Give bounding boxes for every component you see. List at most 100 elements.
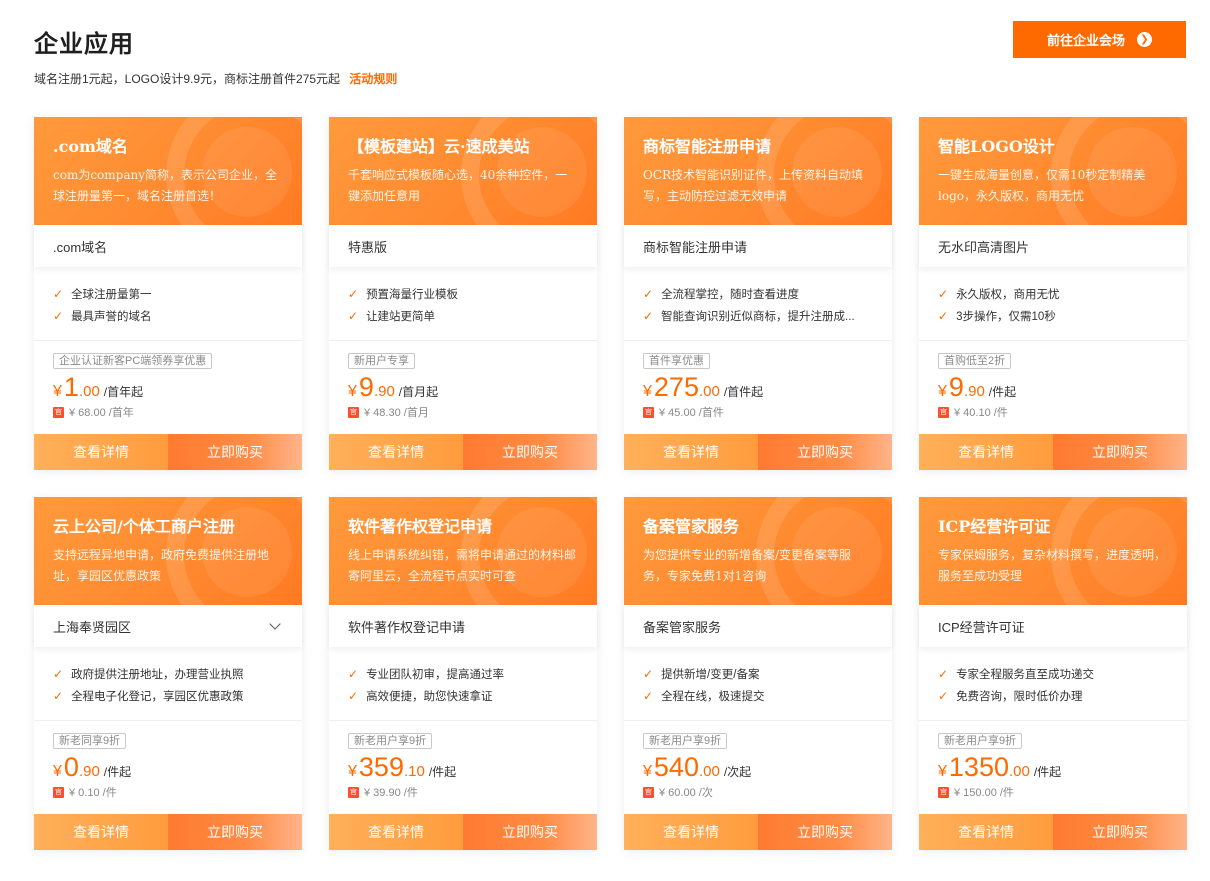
promo-badge: 首购低至2折 <box>938 353 1012 369</box>
card-description: com为company简称，表示公司企业，全球注册量第一，域名注册首选！ <box>53 168 277 203</box>
spec-label: 上海奉贤园区 <box>53 619 132 635</box>
view-details-button[interactable]: 查看详情 <box>34 434 168 470</box>
price: ¥ 359 .10 /件起 <box>348 751 578 783</box>
buy-now-button[interactable]: 立即购买 <box>463 434 597 470</box>
card-title: 云上公司/个体工商户注册 <box>53 517 235 536</box>
spec-selector[interactable]: ICP经营许可证 <box>919 605 1187 647</box>
page-title: 企业应用 <box>34 31 134 58</box>
check-icon: ✓ <box>53 309 64 323</box>
feature-list: ✓ 全球注册量第一 ✓ 最具声誉的域名 <box>34 267 302 341</box>
feature-text: 最具声誉的域名 <box>71 311 152 323</box>
card-actions: 查看详情 立即购买 <box>34 814 302 850</box>
go-to-enterprise-venue-button[interactable]: 前往企业会场 ❯ <box>1013 21 1186 58</box>
price-unit: /首件起 <box>723 385 764 399</box>
original-price-icon: 官 <box>643 406 654 418</box>
buy-now-button[interactable]: 立即购买 <box>1053 814 1187 850</box>
arrow-right-circle-icon: ❯ <box>1137 32 1152 47</box>
venue-button-label: 前往企业会场 <box>1046 33 1125 48</box>
original-price: 官 ¥ 60.00 /次 <box>643 784 873 800</box>
price-area: 新老同享9折 ¥ 0 .90 /件起 官 ¥ 0.10 /件 <box>34 721 302 814</box>
feature-list: ✓ 政府提供注册地址，办理营业执照 ✓ 全程电子化登记，享园区优惠政策 <box>34 647 302 721</box>
feature-text: 免费咨询，限时低价办理 <box>956 691 1083 703</box>
card-title: ICP经营许可证 <box>938 517 1051 536</box>
view-details-button[interactable]: 查看详情 <box>624 814 758 850</box>
price-decimal: .90 <box>963 383 985 400</box>
product-card: 备案管家服务 为您提供专业的新增备案/变更备案等服务，专家免费1对1咨询 备案管… <box>624 497 892 850</box>
card-header: 软件著作权登记申请 线上申请系统纠错，需将申请通过的材料邮寄阿里云，全流程节点实… <box>329 497 597 605</box>
feature-text: 预置海量行业模板 <box>366 289 459 301</box>
product-card: ICP经营许可证 专家保姆服务，复杂材料撰写，进度透明，服务至成功受理 ICP经… <box>919 497 1187 850</box>
buy-now-button[interactable]: 立即购买 <box>758 434 892 470</box>
price-area: 新用户专享 ¥ 9 .90 /首月起 官 ¥ 48.30 /首月 <box>329 341 597 434</box>
promo-subtitle: 域名注册1元起，LOGO设计9.9元，商标注册首件275元起 活动规则 <box>34 70 397 87</box>
card-header: 【模板建站】云·速成美站 千套响应式模板随心选，40余种控件，一键添加任意用 <box>329 117 597 225</box>
check-icon: ✓ <box>53 667 64 681</box>
currency-symbol: ¥ <box>348 383 357 400</box>
product-card: 智能LOGO设计 一键生成海量创意，仅需10秒定制精美logo，永久版权，商用无… <box>919 117 1187 470</box>
card-title: 【模板建站】云·速成美站 <box>348 137 530 156</box>
currency-symbol: ¥ <box>643 763 652 780</box>
promo-badge: 新老用户享9折 <box>938 733 1023 749</box>
price-integer: 9 <box>948 372 964 402</box>
product-card: .com域名 com为company简称，表示公司企业，全球注册量第一，域名注册… <box>34 117 302 470</box>
check-icon: ✓ <box>348 287 359 301</box>
feature-list: ✓ 专家全程服务直至成功递交 ✓ 免费咨询，限时低价办理 <box>919 647 1187 721</box>
card-description: 线上申请系统纠错，需将申请通过的材料邮寄阿里云，全流程节点实时可查 <box>348 548 577 583</box>
price-decimal: .00 <box>78 383 100 400</box>
spec-selector[interactable]: 软件著作权登记申请 <box>329 605 597 647</box>
original-price-text: ¥ 45.00 /首件 <box>659 407 724 419</box>
feature-item: ✓ 政府提供注册地址，办理营业执照 <box>53 663 283 685</box>
card-title: 软件著作权登记申请 <box>348 517 493 536</box>
buy-now-button[interactable]: 立即购买 <box>1053 434 1187 470</box>
currency-symbol: ¥ <box>938 763 947 780</box>
view-details-button[interactable]: 查看详情 <box>34 814 168 850</box>
currency-symbol: ¥ <box>53 763 62 780</box>
price-integer: 275 <box>653 372 699 402</box>
card-description: 一键生成海量创意，仅需10秒定制精美logo，永久版权，商用无忧 <box>938 168 1146 203</box>
view-details-button[interactable]: 查看详情 <box>919 434 1053 470</box>
promo-badge: 新老用户享9折 <box>643 733 728 749</box>
card-title: .com域名 <box>53 137 128 156</box>
original-price: 官 ¥ 48.30 /首月 <box>348 404 578 420</box>
buy-now-button[interactable]: 立即购买 <box>168 434 302 470</box>
price-decimal: .90 <box>373 383 395 400</box>
original-price-text: ¥ 39.90 /件 <box>364 787 418 799</box>
feature-text: 提供新增/变更/备案 <box>661 669 760 681</box>
promo-badge: 新用户专享 <box>348 353 415 369</box>
view-details-button[interactable]: 查看详情 <box>919 814 1053 850</box>
spec-selector[interactable]: 上海奉贤园区 <box>34 605 302 647</box>
card-header: 备案管家服务 为您提供专业的新增备案/变更备案等服务，专家免费1对1咨询 <box>624 497 892 605</box>
card-actions: 查看详情 立即购买 <box>329 814 597 850</box>
buy-now-button[interactable]: 立即购买 <box>758 814 892 850</box>
check-icon: ✓ <box>643 689 654 703</box>
feature-text: 专家全程服务直至成功递交 <box>956 669 1095 681</box>
feature-list: ✓ 提供新增/变更/备案 ✓ 全程在线，极速提交 <box>624 647 892 721</box>
view-details-button[interactable]: 查看详情 <box>624 434 758 470</box>
feature-text: 专业团队初审，提高通过率 <box>366 669 505 681</box>
spec-selector[interactable]: 特惠版 <box>329 225 597 267</box>
spec-selector[interactable]: 备案管家服务 <box>624 605 892 647</box>
price-integer: 1 <box>63 372 79 402</box>
price-area: 企业认证新客PC端领券享优惠 ¥ 1 .00 /首年起 官 ¥ 68.00 /首… <box>34 341 302 434</box>
spec-selector[interactable]: .com域名 <box>34 225 302 267</box>
feature-item: ✓ 专家全程服务直至成功递交 <box>938 663 1168 685</box>
view-details-button[interactable]: 查看详情 <box>329 814 463 850</box>
price-decimal: .00 <box>698 383 720 400</box>
price-decimal: .00 <box>698 763 720 780</box>
card-header: ICP经营许可证 专家保姆服务，复杂材料撰写，进度透明，服务至成功受理 <box>919 497 1187 605</box>
feature-list: ✓ 预置海量行业模板 ✓ 让建站更简单 <box>329 267 597 341</box>
spec-selector[interactable]: 无水印高清图片 <box>919 225 1187 267</box>
buy-now-button[interactable]: 立即购买 <box>168 814 302 850</box>
card-actions: 查看详情 立即购买 <box>34 434 302 470</box>
feature-item: ✓ 最具声誉的域名 <box>53 305 283 327</box>
feature-item: ✓ 专业团队初审，提高通过率 <box>348 663 578 685</box>
original-price: 官 ¥ 39.90 /件 <box>348 784 578 800</box>
chevron-down-icon <box>269 618 281 630</box>
activity-rules-link[interactable]: 活动规则 <box>349 72 397 86</box>
feature-item: ✓ 预置海量行业模板 <box>348 283 578 305</box>
buy-now-button[interactable]: 立即购买 <box>463 814 597 850</box>
view-details-button[interactable]: 查看详情 <box>329 434 463 470</box>
feature-item: ✓ 全程在线，极速提交 <box>643 685 873 707</box>
spec-selector[interactable]: 商标智能注册申请 <box>624 225 892 267</box>
product-grid: .com域名 com为company简称，表示公司企业，全球注册量第一，域名注册… <box>34 117 1187 850</box>
